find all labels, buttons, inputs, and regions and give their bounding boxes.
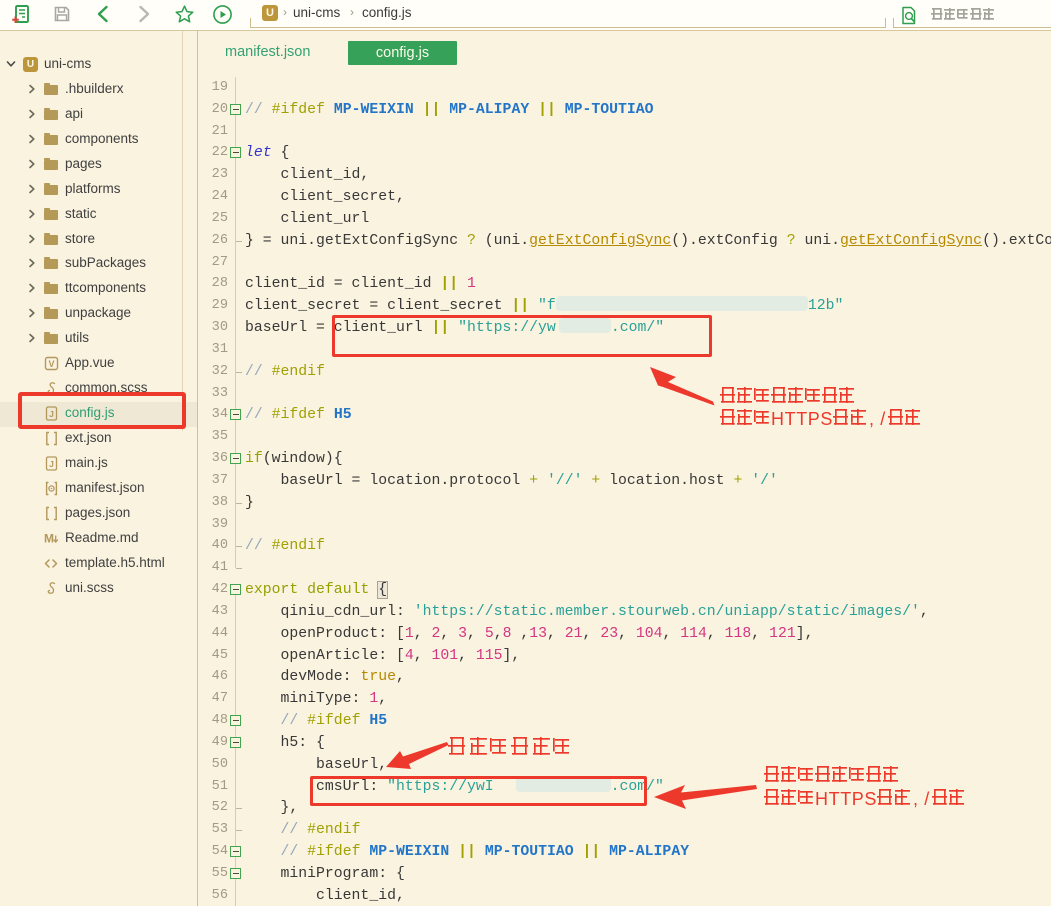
svg-text:V: V xyxy=(48,359,54,369)
svg-text:J: J xyxy=(49,459,54,469)
svg-text:M: M xyxy=(44,532,54,546)
